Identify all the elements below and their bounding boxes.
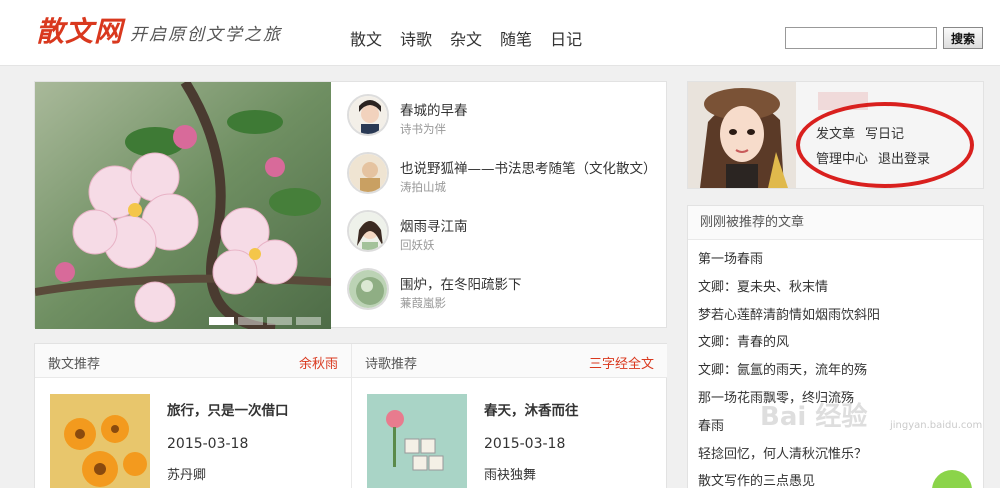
recommended-list: 第一场春雨 文卿：夏未央、秋末情 梦若心莲醉清韵情如烟雨饮斜阳 文卿：青春的风 …	[688, 240, 983, 488]
nav-item-notes[interactable]: 随笔	[500, 26, 532, 50]
page: 散文网 开启原创文学之旅 散文 诗歌 杂文 随笔 日记 搜索 春城的早春 诗书为…	[0, 0, 1000, 488]
nav-item-diary[interactable]: 日记	[550, 26, 582, 50]
baidu-watermark-url: jingyan.baidu.com	[890, 420, 983, 431]
article-thumbnail-flowers[interactable]	[50, 394, 150, 488]
avatar[interactable]	[347, 152, 389, 194]
nav-item-essay[interactable]: 杂文	[450, 26, 482, 50]
site-slogan: 开启原创文学之旅	[130, 25, 282, 45]
poetry-recommend-column: 诗歌推荐 三字经全文 春天，沐香而往 2015-03-18 雨袂独舞	[351, 344, 667, 488]
user-profile-panel: 发文章 写日记 管理中心 退出登录	[687, 81, 984, 189]
article-author[interactable]: 雨袂独舞	[484, 464, 536, 483]
avatar[interactable]	[688, 82, 796, 188]
featured-article-list: 春城的早春 诗书为伴 也说野狐禅——书法思考随笔（文化散文） 涛拍山城 烟雨寻江…	[345, 90, 665, 322]
main-nav: 散文 诗歌 杂文 随笔 日记	[350, 26, 582, 50]
prose-recommend-column: 散文推荐 余秋雨 旅行，只是一次借口 2015-03-18 苏丹卿	[35, 344, 351, 488]
article-title[interactable]: 围炉，在冬阳疏影下	[400, 273, 522, 293]
featured-author-link[interactable]: 余秋雨	[299, 353, 338, 372]
avatar[interactable]	[347, 210, 389, 252]
list-item[interactable]: 第一场春雨	[698, 246, 983, 274]
article-author[interactable]: 苏丹卿	[167, 464, 206, 483]
slider-dot-2[interactable]	[238, 317, 263, 325]
column-title: 散文推荐	[48, 357, 101, 372]
slider-dots	[209, 317, 321, 325]
slider-dot-1[interactable]	[209, 317, 234, 325]
article-title[interactable]: 旅行，只是一次借口	[167, 399, 289, 419]
article-thumbnail-love[interactable]	[367, 394, 467, 488]
recommended-header: 刚刚被推荐的文章	[688, 206, 983, 240]
article-author[interactable]: 诗书为伴	[400, 121, 446, 137]
search-button[interactable]: 搜索	[943, 27, 983, 49]
article-title[interactable]: 也说野狐禅——书法思考随笔（文化散文）	[400, 157, 657, 177]
column-title: 诗歌推荐	[365, 357, 418, 372]
article-author[interactable]: 蒹葭嵐影	[400, 295, 446, 311]
list-item: 围炉，在冬阳疏影下 蒹葭嵐影	[345, 264, 665, 322]
featured-slider: 春城的早春 诗书为伴 也说野狐禅——书法思考随笔（文化散文） 涛拍山城 烟雨寻江…	[34, 81, 667, 329]
recommendation-columns: 散文推荐 余秋雨 旅行，只是一次借口 2015-03-18 苏丹卿 诗歌推荐 三…	[34, 343, 667, 488]
list-item[interactable]: 梦若心莲醉清韵情如烟雨饮斜阳	[698, 302, 983, 330]
article-title[interactable]: 春天，沐香而往	[484, 399, 579, 419]
site-logo[interactable]: 散文网	[36, 10, 123, 50]
list-item[interactable]: 文卿：青春的风	[698, 329, 983, 357]
article-title[interactable]: 烟雨寻江南	[400, 215, 468, 235]
avatar[interactable]	[347, 268, 389, 310]
column-header: 散文推荐 余秋雨	[35, 344, 351, 378]
nav-item-poetry[interactable]: 诗歌	[400, 26, 432, 50]
article-author[interactable]: 涛拍山城	[400, 179, 446, 195]
slider-dot-3[interactable]	[267, 317, 292, 325]
baidu-watermark: Bai 经验	[760, 402, 868, 432]
avatar[interactable]	[347, 94, 389, 136]
list-item[interactable]: 文卿：夏未央、秋末情	[698, 274, 983, 302]
slider-dot-4[interactable]	[296, 317, 321, 325]
list-item: 烟雨寻江南 回妖妖	[345, 206, 665, 264]
search-input[interactable]	[785, 27, 937, 49]
article-date: 2015-03-18	[167, 436, 249, 452]
list-item[interactable]: 文卿：氤氲的雨天，流年的殇	[698, 357, 983, 385]
article-author[interactable]: 回妖妖	[400, 237, 435, 253]
list-item[interactable]: 轻捻回忆，何人清秋沉惟乐？	[698, 441, 983, 469]
article-date: 2015-03-18	[484, 436, 566, 452]
nav-item-prose[interactable]: 散文	[350, 26, 382, 50]
list-item: 春城的早春 诗书为伴	[345, 90, 665, 148]
recommended-panel: 刚刚被推荐的文章 第一场春雨 文卿：夏未央、秋末情 梦若心莲醉清韵情如烟雨饮斜阳…	[687, 205, 984, 488]
featured-author-link[interactable]: 三字经全文	[589, 353, 654, 372]
highlight-circle	[796, 102, 974, 188]
slide-image-blossom[interactable]	[35, 82, 331, 329]
article-title[interactable]: 春城的早春	[400, 99, 468, 119]
list-item: 也说野狐禅——书法思考随笔（文化散文） 涛拍山城	[345, 148, 665, 206]
column-header: 诗歌推荐 三字经全文	[352, 344, 667, 378]
site-header: 散文网 开启原创文学之旅 散文 诗歌 杂文 随笔 日记 搜索	[0, 0, 1000, 66]
